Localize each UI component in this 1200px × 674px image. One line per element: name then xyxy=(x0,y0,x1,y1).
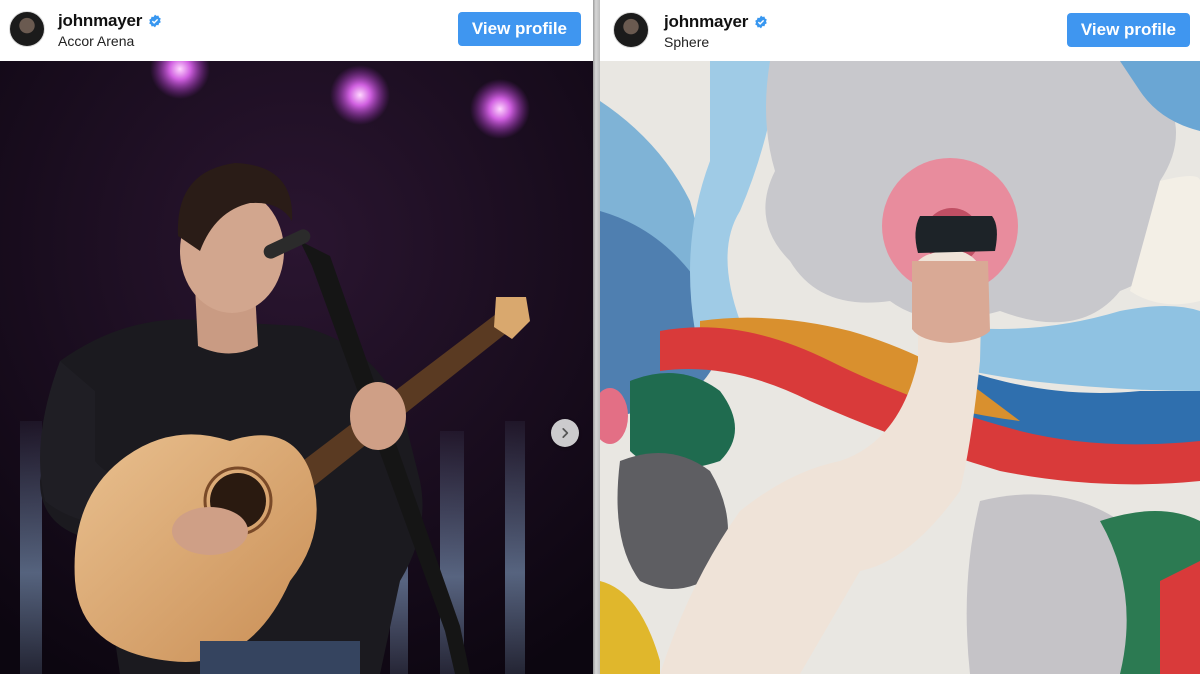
verified-badge-icon xyxy=(754,15,768,29)
username-row: johnmayer xyxy=(58,11,162,31)
panel-divider xyxy=(593,0,600,674)
post-embed-right: johnmayer Sphere View profile xyxy=(600,0,1200,674)
post-embed-left: johnmayer Accor Arena View profile xyxy=(0,0,593,674)
concert-photo[interactable] xyxy=(0,61,593,674)
view-profile-button[interactable]: View profile xyxy=(1066,13,1190,47)
view-profile-button[interactable]: View profile xyxy=(457,12,581,46)
username[interactable]: johnmayer xyxy=(664,12,748,32)
username-row: johnmayer xyxy=(664,12,768,32)
chevron-right-icon xyxy=(562,428,569,438)
avatar[interactable] xyxy=(613,12,649,48)
location-label[interactable]: Accor Arena xyxy=(58,33,134,49)
username[interactable]: johnmayer xyxy=(58,11,142,31)
verified-badge-icon xyxy=(148,14,162,28)
next-photo-button[interactable] xyxy=(551,419,579,447)
location-label[interactable]: Sphere xyxy=(664,34,709,50)
post-header: johnmayer Accor Arena View profile xyxy=(0,0,593,60)
avatar[interactable] xyxy=(9,11,45,47)
rug-finger-photo[interactable] xyxy=(600,61,1200,674)
post-header: johnmayer Sphere View profile xyxy=(600,0,1200,60)
